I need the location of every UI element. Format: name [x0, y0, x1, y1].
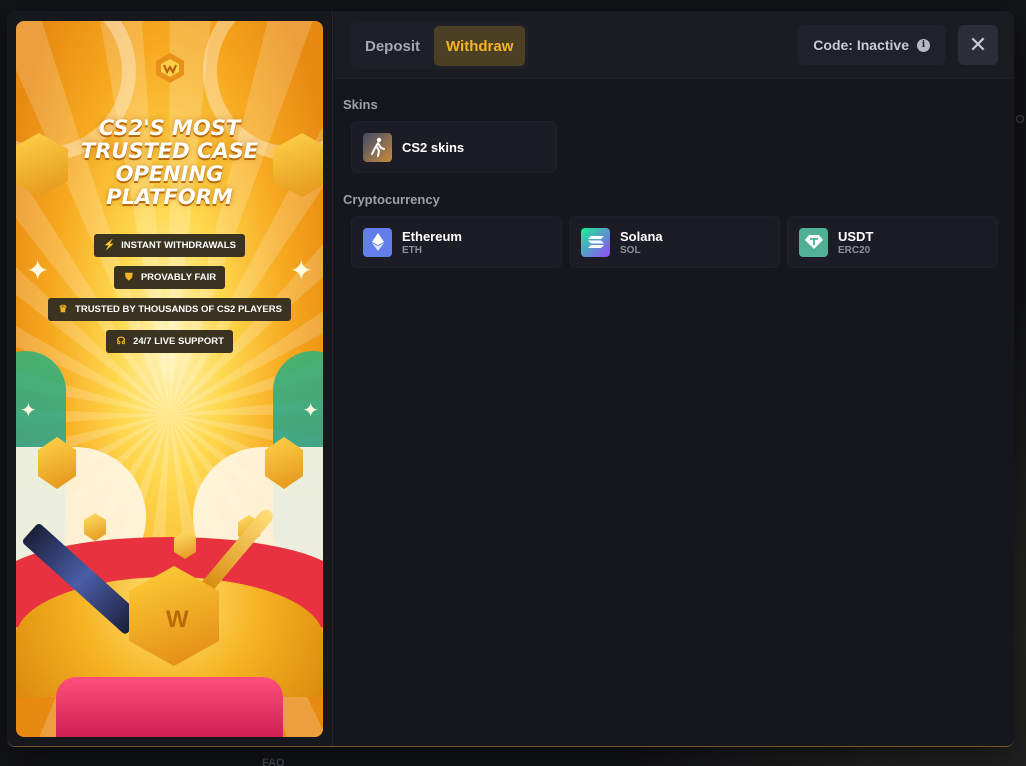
info-icon[interactable]: i: [917, 38, 930, 52]
option-name: USDT: [838, 228, 874, 244]
player-icon: [363, 132, 392, 162]
section-label-crypto: Cryptocurrency: [343, 192, 440, 207]
background-faq-link: FAQ: [262, 757, 285, 766]
background-edge-icon: [1016, 115, 1024, 123]
close-icon: ✕: [968, 32, 988, 57]
tab-group: Deposit Withdraw: [350, 23, 529, 69]
site-logo-icon: [155, 53, 184, 83]
sparkle-decoration: ✦: [20, 400, 37, 422]
badge-provably-fair: ⛊ PROVABLY FAIR: [113, 266, 226, 289]
badge-label: PROVABLY FAIR: [140, 272, 217, 283]
shield-icon: ⛊: [125, 272, 133, 283]
option-text: USDT ERC20: [838, 229, 873, 256]
option-solana[interactable]: Solana SOL: [569, 216, 780, 268]
solana-icon: [581, 227, 610, 257]
option-text: CS2 skins: [402, 140, 464, 155]
option-cs2-skins[interactable]: CS2 skins: [351, 121, 557, 173]
section-label-skins: Skins: [343, 97, 378, 112]
code-status-button[interactable]: Code: Inactive i: [797, 25, 946, 65]
promo-title: CS2'S MOST TRUSTED CASE OPENING PLATFORM: [80, 116, 259, 209]
option-usdt[interactable]: USDT ERC20: [787, 216, 998, 268]
lightning-icon: ⚡: [103, 240, 116, 251]
badge-trusted: ♛ TRUSTED BY THOUSANDS OF CS2 PLAYERS: [48, 298, 291, 321]
badge-label: INSTANT WITHDRAWALS: [121, 240, 236, 251]
option-name: Solana: [620, 228, 663, 244]
sparkle-decoration: ✦: [302, 400, 319, 422]
badge-instant-withdrawals: ⚡ INSTANT WITHDRAWALS: [94, 234, 245, 257]
option-text: Solana SOL: [620, 229, 663, 256]
pedestal-decoration: [56, 677, 283, 737]
headset-icon: ☊: [116, 336, 126, 347]
option-ticker: ERC20: [838, 244, 871, 256]
option-ethereum[interactable]: Ethereum ETH: [351, 216, 562, 268]
ethereum-icon: [363, 227, 392, 257]
close-button[interactable]: ✕: [958, 25, 998, 65]
coin-letter: W: [166, 606, 189, 633]
tether-icon: [799, 227, 828, 257]
promo-banner: ✦ ✦ ✦ ✦ CS2'S MOST TRUSTED CASE OPENING …: [16, 21, 323, 737]
tab-withdraw[interactable]: Withdraw: [434, 26, 526, 66]
option-text: Ethereum ETH: [402, 229, 462, 256]
promo-badges: ⚡ INSTANT WITHDRAWALS ⛊ PROVABLY FAIR ♛ …: [16, 234, 323, 353]
modal-header: Deposit Withdraw Code: Inactive i ✕: [334, 11, 1014, 79]
trophy-icon: ♛: [58, 304, 68, 315]
option-name: Ethereum: [402, 228, 462, 244]
badge-live-support: ☊ 24/7 LIVE SUPPORT: [106, 330, 233, 353]
option-name: CS2 skins: [402, 139, 465, 155]
promo-panel: ✦ ✦ ✦ ✦ CS2'S MOST TRUSTED CASE OPENING …: [7, 11, 333, 746]
code-status-label: Code: Inactive: [813, 37, 909, 53]
option-ticker: SOL: [620, 244, 641, 256]
option-ticker: ETH: [402, 244, 422, 256]
badge-label: TRUSTED BY THOUSANDS OF CS2 PLAYERS: [75, 304, 282, 315]
badge-label: 24/7 LIVE SUPPORT: [133, 336, 224, 347]
tab-deposit[interactable]: Deposit: [353, 26, 432, 66]
